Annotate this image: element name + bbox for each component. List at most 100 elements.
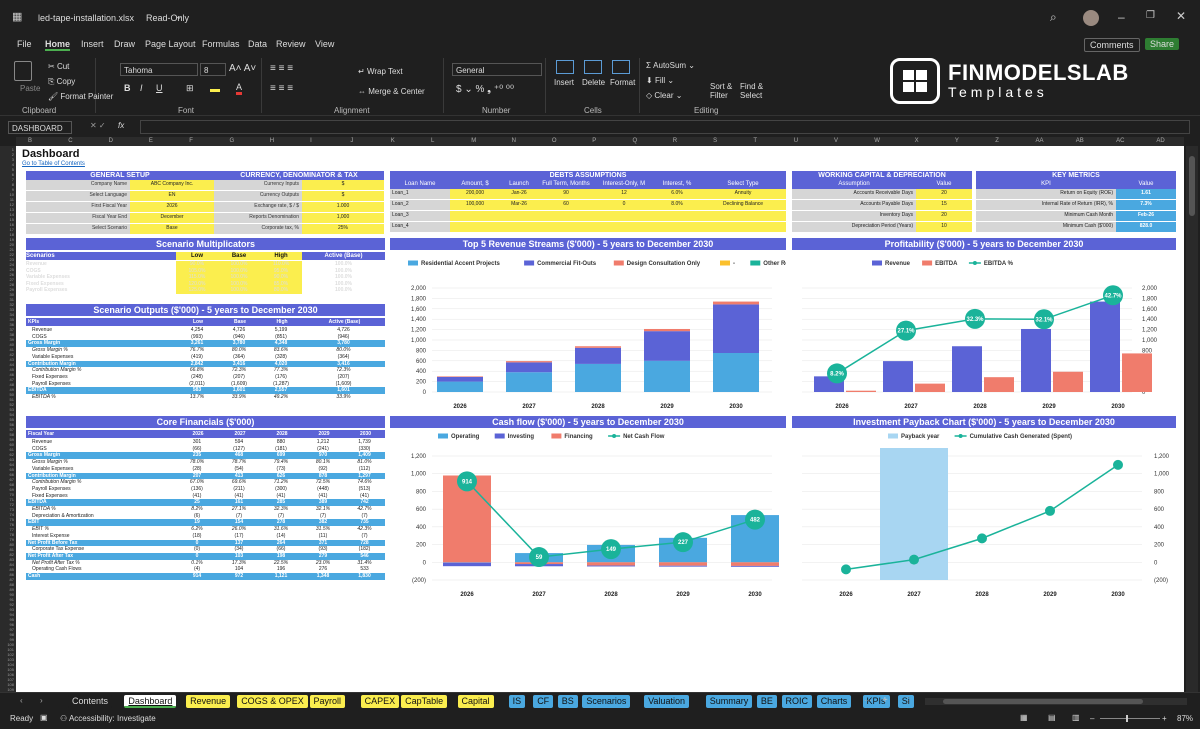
table-value[interactable]: December — [130, 213, 214, 224]
table-cell[interactable] — [450, 222, 500, 233]
tab-scenarios[interactable]: Scenarios — [582, 695, 631, 708]
menu-view[interactable]: View — [315, 39, 334, 49]
font-size-select[interactable]: 8 — [200, 63, 226, 76]
table-cell[interactable]: 10 — [916, 222, 972, 233]
copy-button[interactable]: ⎘ Copy — [48, 77, 75, 87]
chevron-down-icon[interactable]: ⌄ — [175, 11, 183, 22]
more-tabs-icon[interactable]: ⋯ — [864, 696, 872, 705]
clear-button[interactable]: ◇ Clear ⌄ — [646, 91, 682, 100]
table-cell[interactable]: 8.0% — [654, 200, 700, 211]
tab-contents[interactable]: Contents — [68, 695, 113, 708]
merge-center-button[interactable]: ⇔ Merge & Center — [358, 87, 425, 96]
tab-bs[interactable]: BS — [557, 695, 578, 708]
hscroll-thumb[interactable] — [943, 699, 1143, 704]
table-value[interactable]: 25% — [302, 224, 384, 235]
align-top-icon[interactable]: ≡ ≡ ≡ — [270, 63, 293, 74]
delete-icon[interactable] — [584, 60, 602, 74]
column-header-U[interactable]: U — [794, 137, 798, 146]
table-cell[interactable] — [654, 222, 700, 233]
tab-capex[interactable]: CAPEX — [360, 695, 400, 708]
tab-capital[interactable]: Capital — [457, 695, 494, 708]
table-cell[interactable] — [594, 222, 654, 233]
table-value[interactable]: Base — [130, 224, 214, 235]
column-header-AD[interactable]: AD — [1156, 137, 1164, 146]
insert-icon[interactable] — [556, 60, 574, 74]
page-layout-icon[interactable]: ▤ — [1048, 713, 1056, 722]
horizontal-scrollbar[interactable] — [925, 698, 1187, 705]
tab-be[interactable]: BE — [756, 695, 777, 708]
cancel-icon[interactable]: ✕ ✓ — [90, 121, 106, 130]
tab-payroll[interactable]: Payroll — [309, 695, 346, 708]
sort-filter-button[interactable]: Sort & Filter — [710, 82, 738, 100]
comments-button[interactable]: Comments — [1084, 38, 1140, 52]
table-cell[interactable]: 6.0% — [654, 189, 700, 200]
font-name-select[interactable]: Tahoma — [120, 63, 198, 76]
column-header-K[interactable]: K — [391, 137, 395, 146]
table-cell[interactable] — [450, 211, 500, 222]
column-header-Y[interactable]: Y — [955, 137, 959, 146]
bold-button[interactable]: B — [124, 83, 131, 93]
table-cell[interactable]: 1.61 — [1116, 189, 1176, 200]
column-header-R[interactable]: R — [673, 137, 677, 146]
table-cell[interactable]: 20 — [916, 211, 972, 222]
column-header-F[interactable]: F — [189, 137, 193, 146]
table-value[interactable]: $ — [302, 180, 384, 191]
menu-data[interactable]: Data — [248, 39, 267, 49]
tab-is[interactable]: IS — [508, 695, 526, 708]
table-value[interactable]: $ — [302, 191, 384, 202]
worksheet[interactable]: Dashboard Go to Table of Contents GENERA… — [16, 146, 1184, 692]
wrap-text-button[interactable]: ↵ Wrap Text — [358, 67, 403, 76]
add-sheet-icon[interactable]: + — [882, 695, 888, 706]
tab-charts[interactable]: Charts — [816, 695, 852, 708]
underline-button[interactable]: U — [156, 83, 163, 93]
column-header-N[interactable]: N — [512, 137, 516, 146]
autosum-button[interactable]: Σ AutoSum ⌄ — [646, 61, 695, 70]
column-header-L[interactable]: L — [431, 137, 434, 146]
column-header-Z[interactable]: Z — [995, 137, 999, 146]
table-value[interactable]: 2026 — [130, 202, 214, 213]
sheet-menu-icon[interactable]: ⋮ — [904, 696, 912, 705]
menu-insert[interactable]: Insert — [81, 39, 104, 49]
vertical-scrollbar[interactable] — [1186, 146, 1198, 692]
table-cell[interactable]: Feb-26 — [1116, 211, 1176, 222]
column-header-H[interactable]: H — [270, 137, 274, 146]
table-value[interactable]: EN — [130, 191, 214, 202]
table-cell[interactable] — [500, 222, 538, 233]
column-header-C[interactable]: C — [68, 137, 72, 146]
share-button[interactable]: Share — [1145, 38, 1180, 50]
column-header-AB[interactable]: AB — [1076, 137, 1084, 146]
name-box[interactable]: DASHBOARD — [8, 121, 72, 134]
table-cell[interactable]: 100,000 — [450, 200, 500, 211]
column-header-V[interactable]: V — [834, 137, 838, 146]
paste-icon[interactable] — [14, 61, 32, 81]
table-cell[interactable]: Declining Balance — [700, 200, 786, 211]
insert-button[interactable]: Insert — [554, 78, 574, 87]
column-header-G[interactable]: G — [230, 137, 235, 146]
zoom-out-icon[interactable]: – — [1090, 714, 1094, 723]
find-select-button[interactable]: Find & Select — [740, 82, 770, 100]
column-header-E[interactable]: E — [149, 137, 153, 146]
increase-font-icon[interactable]: A˄ A˅ — [229, 63, 256, 74]
scrollbar-thumb[interactable] — [1189, 156, 1195, 216]
column-header-AA[interactable]: AA — [1036, 137, 1044, 146]
font-color-icon[interactable]: A — [236, 82, 243, 95]
column-header-M[interactable]: M — [471, 137, 476, 146]
table-cell[interactable]: 7.3% — [1116, 200, 1176, 211]
borders-icon[interactable]: ⊞ — [186, 83, 194, 94]
read-only-label[interactable]: Read-Only — [146, 13, 189, 23]
table-cell[interactable]: 15 — [916, 200, 972, 211]
menu-draw[interactable]: Draw — [114, 39, 135, 49]
table-value[interactable]: ABC Company Inc. — [130, 180, 214, 191]
italic-button[interactable]: I — [140, 83, 143, 93]
cut-button[interactable]: ✂ Cut — [48, 62, 69, 71]
fill-button[interactable]: ⬇ Fill ⌄ — [646, 76, 674, 85]
format-painter-button[interactable]: 🖌 Format Painter — [48, 92, 113, 101]
table-cell[interactable] — [700, 211, 786, 222]
column-header-W[interactable]: W — [874, 137, 880, 146]
search-icon[interactable]: ⌕ — [1050, 10, 1057, 25]
avatar[interactable] — [1083, 10, 1099, 26]
tab-captable[interactable]: CapTable — [401, 695, 448, 708]
delete-button[interactable]: Delete — [582, 78, 605, 87]
column-header-J[interactable]: J — [350, 137, 353, 146]
table-cell[interactable] — [700, 222, 786, 233]
